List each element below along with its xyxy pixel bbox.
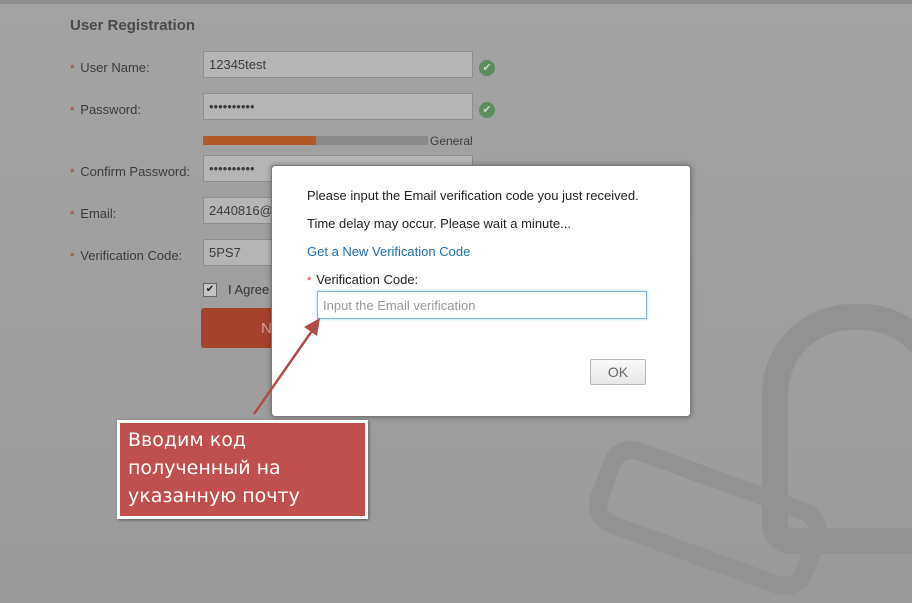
required-star: * <box>70 167 75 179</box>
required-star: * <box>307 275 312 287</box>
ok-button[interactable]: OK <box>590 359 646 385</box>
dialog-instruction: Please input the Email verification code… <box>307 188 639 203</box>
password-strength-bar <box>203 136 428 145</box>
required-star: * <box>70 63 75 75</box>
check-icon: ✔ <box>479 60 495 76</box>
annotation-callout: Вводим код полученный на указанную почту <box>117 420 368 519</box>
agree-checkbox[interactable]: ✔ <box>203 283 217 297</box>
password-strength-label: General <box>430 134 473 148</box>
email-verification-input[interactable] <box>317 291 647 319</box>
email-verification-dialog: Please input the Email verification code… <box>271 165 691 417</box>
verification-code-label: * Verification Code: <box>70 248 182 263</box>
email-label-text: Email: <box>80 206 117 221</box>
top-border <box>0 0 912 4</box>
user-name-label-text: User Name: <box>80 60 150 75</box>
page-title: User Registration <box>70 17 196 34</box>
user-name-label: * User Name: <box>70 60 150 75</box>
confirm-password-label-text: Confirm Password: <box>80 164 191 179</box>
verification-code-label-text: Verification Code: <box>80 248 183 263</box>
confirm-password-label: * Confirm Password: <box>70 164 190 179</box>
email-label: * Email: <box>70 206 116 221</box>
dialog-verification-label-text: Verification Code: <box>316 272 419 287</box>
agree-label: I Agree <box>228 282 270 297</box>
required-star: * <box>70 251 75 263</box>
required-star: * <box>70 105 75 117</box>
password-field[interactable]: •••••••••• <box>203 93 473 120</box>
password-label-text: Password: <box>80 102 141 117</box>
dialog-delay-note: Time delay may occur. Please wait a minu… <box>307 216 571 231</box>
password-label: * Password: <box>70 102 141 117</box>
required-star: * <box>70 209 75 221</box>
password-strength-fill <box>203 136 316 145</box>
user-name-field[interactable]: 12345test <box>203 51 473 78</box>
get-new-code-link[interactable]: Get a New Verification Code <box>307 244 470 259</box>
dialog-verification-label: * Verification Code: <box>307 272 418 287</box>
check-icon: ✔ <box>479 102 495 118</box>
